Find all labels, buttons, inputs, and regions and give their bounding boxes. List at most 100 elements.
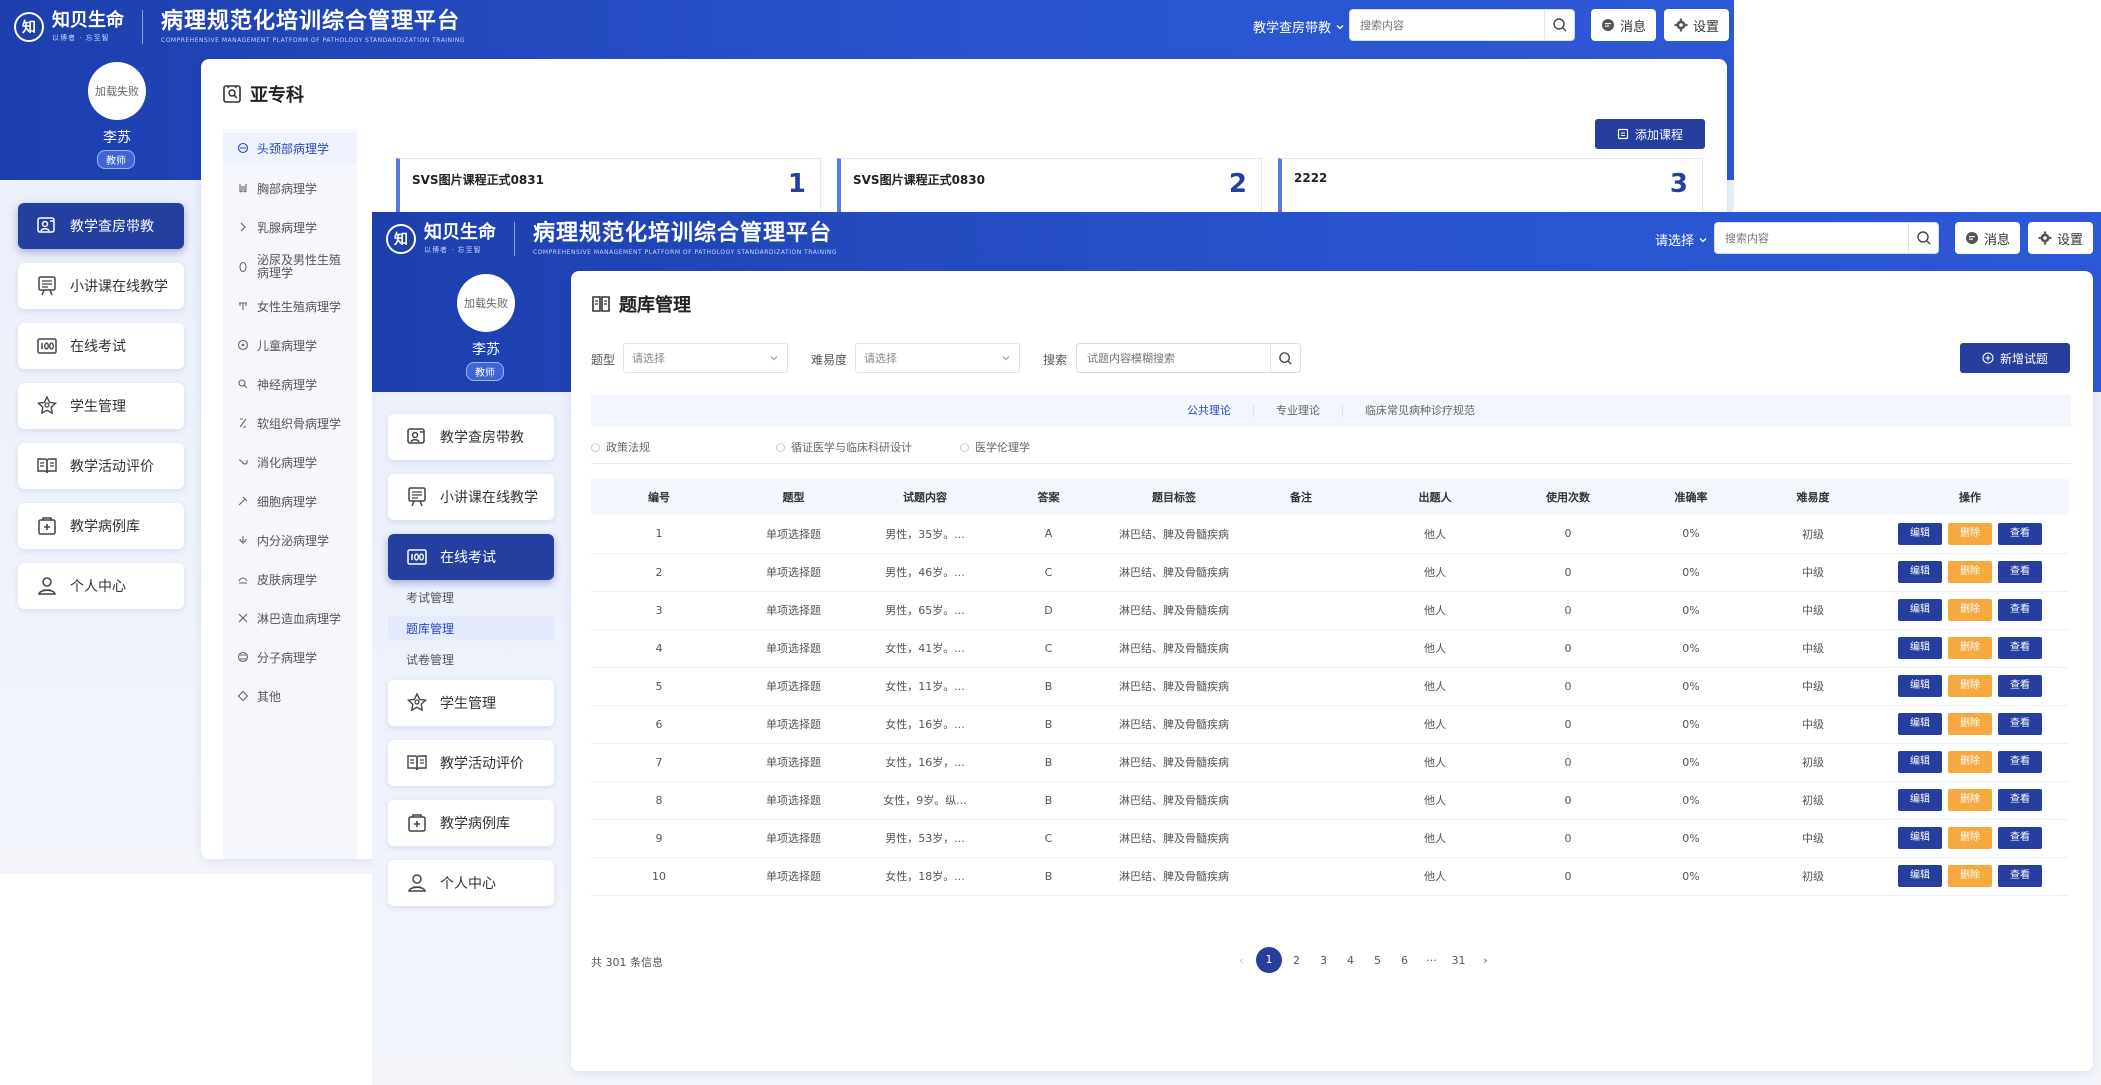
view-button[interactable]: 查看	[1998, 827, 2042, 849]
submenu-paper-management[interactable]: 试卷管理	[388, 647, 554, 671]
divider	[591, 463, 2071, 464]
submenu-question-bank[interactable]: 题库管理	[388, 616, 554, 640]
edit-button[interactable]: 编辑	[1898, 522, 1942, 545]
tab-clinical-norms[interactable]: 临床常见病种诊疗规范	[1343, 405, 1497, 417]
delete-button[interactable]: 删除	[1948, 751, 1992, 773]
sidebar-item-students[interactable]: 学生管理	[18, 383, 184, 429]
subspecialty-item[interactable]: 女性生殖病理学	[223, 291, 357, 321]
delete-button[interactable]: 删除	[1948, 599, 1992, 621]
prev-page-button[interactable]: ‹	[1228, 954, 1255, 967]
nav-select[interactable]: 请选择	[1655, 230, 1708, 249]
subspecialty-item[interactable]: 分子病理学	[223, 642, 357, 672]
edit-button[interactable]: 编辑	[1898, 827, 1942, 849]
view-button[interactable]: 查看	[1998, 789, 2042, 811]
subspecialty-item[interactable]: 泌尿及男性生殖病理学	[223, 247, 357, 287]
subspecialty-item[interactable]: 乳腺病理学	[223, 212, 357, 242]
search-button[interactable]	[1908, 223, 1938, 253]
page-ellipsis[interactable]: ···	[1418, 954, 1445, 967]
avatar[interactable]: 加载失败	[457, 274, 515, 332]
next-page-button[interactable]: ›	[1472, 954, 1499, 967]
messages-button[interactable]: 消息	[1955, 222, 2020, 254]
edit-button[interactable]: 编辑	[1898, 637, 1942, 659]
subspecialty-item[interactable]: 内分泌病理学	[223, 525, 357, 555]
sidebar-item-teaching-rounds[interactable]: 教学查房带教	[18, 203, 184, 249]
view-button[interactable]: 查看	[1998, 675, 2042, 697]
sidebar-item-teaching-rounds[interactable]: 教学查房带教	[388, 414, 554, 460]
sidebar-item-evaluation[interactable]: 教学活动评价	[388, 740, 554, 786]
radio-policy[interactable]: 政策法规	[591, 439, 650, 455]
sidebar-item-students[interactable]: 学生管理	[388, 680, 554, 726]
settings-button[interactable]: 设置	[1664, 9, 1729, 41]
delete-button[interactable]: 删除	[1948, 713, 1992, 735]
search-input[interactable]	[1715, 231, 1908, 245]
add-course-button[interactable]: 添加课程	[1595, 119, 1705, 149]
subspecialty-item[interactable]: 神经病理学	[223, 369, 357, 399]
edit-button[interactable]: 编辑	[1898, 561, 1942, 583]
type-select[interactable]: 请选择	[623, 343, 788, 373]
edit-button[interactable]: 编辑	[1898, 789, 1942, 811]
delete-button[interactable]: 删除	[1948, 789, 1992, 811]
sidebar-item-case-library[interactable]: 教学病例库	[18, 503, 184, 549]
delete-button[interactable]: 删除	[1948, 675, 1992, 697]
question-search-button[interactable]	[1270, 344, 1300, 372]
view-button[interactable]: 查看	[1998, 865, 2042, 887]
edit-button[interactable]: 编辑	[1898, 751, 1942, 773]
table-cell: 淋巴结、脾及骨髓疾病	[1107, 743, 1241, 782]
subspecialty-item[interactable]: 头颈部病理学	[223, 133, 357, 163]
difficulty-select[interactable]: 请选择	[855, 343, 1020, 373]
search-button[interactable]	[1544, 10, 1574, 40]
edit-button[interactable]: 编辑	[1898, 713, 1942, 735]
logo-slogan: 以博者 · 忘至智	[424, 245, 482, 254]
subspecialty-item[interactable]: 消化病理学	[223, 447, 357, 477]
page-button[interactable]: 3	[1310, 954, 1337, 967]
nav-select[interactable]: 教学查房带教	[1253, 17, 1345, 36]
subspecialty-item[interactable]: 儿童病理学	[223, 330, 357, 360]
add-question-button[interactable]: 新增试题	[1960, 343, 2070, 373]
subspecialty-item[interactable]: 软组织骨病理学	[223, 408, 357, 438]
settings-button[interactable]: 设置	[2028, 222, 2093, 254]
view-button[interactable]: 查看	[1998, 751, 2042, 773]
delete-button[interactable]: 删除	[1948, 522, 1992, 545]
edit-button[interactable]: 编辑	[1898, 675, 1942, 697]
sidebar-item-lecture[interactable]: 小讲课在线教学	[388, 474, 554, 520]
radio-evidence-based[interactable]: 循证医学与临床科研设计	[776, 439, 912, 455]
view-button[interactable]: 查看	[1998, 522, 2042, 545]
page-button[interactable]: 2	[1283, 954, 1310, 967]
view-button[interactable]: 查看	[1998, 599, 2042, 621]
edit-button[interactable]: 编辑	[1898, 599, 1942, 621]
avatar[interactable]: 加载失败	[88, 62, 146, 120]
delete-button[interactable]: 删除	[1948, 561, 1992, 583]
page-button[interactable]: 4	[1337, 954, 1364, 967]
subspecialty-item[interactable]: 胸部病理学	[223, 173, 357, 203]
sidebar-item-lecture[interactable]: 小讲课在线教学	[18, 263, 184, 309]
submenu-exam-management[interactable]: 考试管理	[388, 585, 554, 609]
page-button[interactable]: 5	[1364, 954, 1391, 967]
subspecialty-item[interactable]: 皮肤病理学	[223, 564, 357, 594]
delete-button[interactable]: 删除	[1948, 827, 1992, 849]
sidebar-item-exam[interactable]: 在线考试	[18, 323, 184, 369]
tab-professional-theory[interactable]: 专业理论	[1254, 405, 1343, 417]
search-input[interactable]	[1350, 18, 1544, 32]
tab-public-theory[interactable]: 公共理论	[1165, 405, 1254, 417]
sidebar-item-evaluation[interactable]: 教学活动评价	[18, 443, 184, 489]
page-button-last[interactable]: 31	[1445, 954, 1472, 967]
radio-ethics[interactable]: 医学伦理学	[960, 439, 1030, 455]
table-cell: 0	[1509, 743, 1627, 782]
subspecialty-item[interactable]: 其他	[223, 681, 357, 711]
delete-button[interactable]: 删除	[1948, 637, 1992, 659]
subspecialty-item[interactable]: 细胞病理学	[223, 486, 357, 516]
view-button[interactable]: 查看	[1998, 561, 2042, 583]
sidebar-item-personal[interactable]: 个人中心	[388, 860, 554, 906]
subspecialty-item[interactable]: 淋巴造血病理学	[223, 603, 357, 633]
question-search-input[interactable]	[1077, 351, 1270, 365]
page-button[interactable]: 1	[1256, 947, 1282, 973]
messages-button[interactable]: 消息	[1591, 9, 1656, 41]
sidebar-item-exam[interactable]: 在线考试	[388, 534, 554, 580]
view-button[interactable]: 查看	[1998, 713, 2042, 735]
sidebar-item-personal[interactable]: 个人中心	[18, 563, 184, 609]
page-button[interactable]: 6	[1391, 954, 1418, 967]
delete-button[interactable]: 删除	[1948, 865, 1992, 887]
view-button[interactable]: 查看	[1998, 637, 2042, 659]
sidebar-item-case-library[interactable]: 教学病例库	[388, 800, 554, 846]
edit-button[interactable]: 编辑	[1898, 865, 1942, 887]
